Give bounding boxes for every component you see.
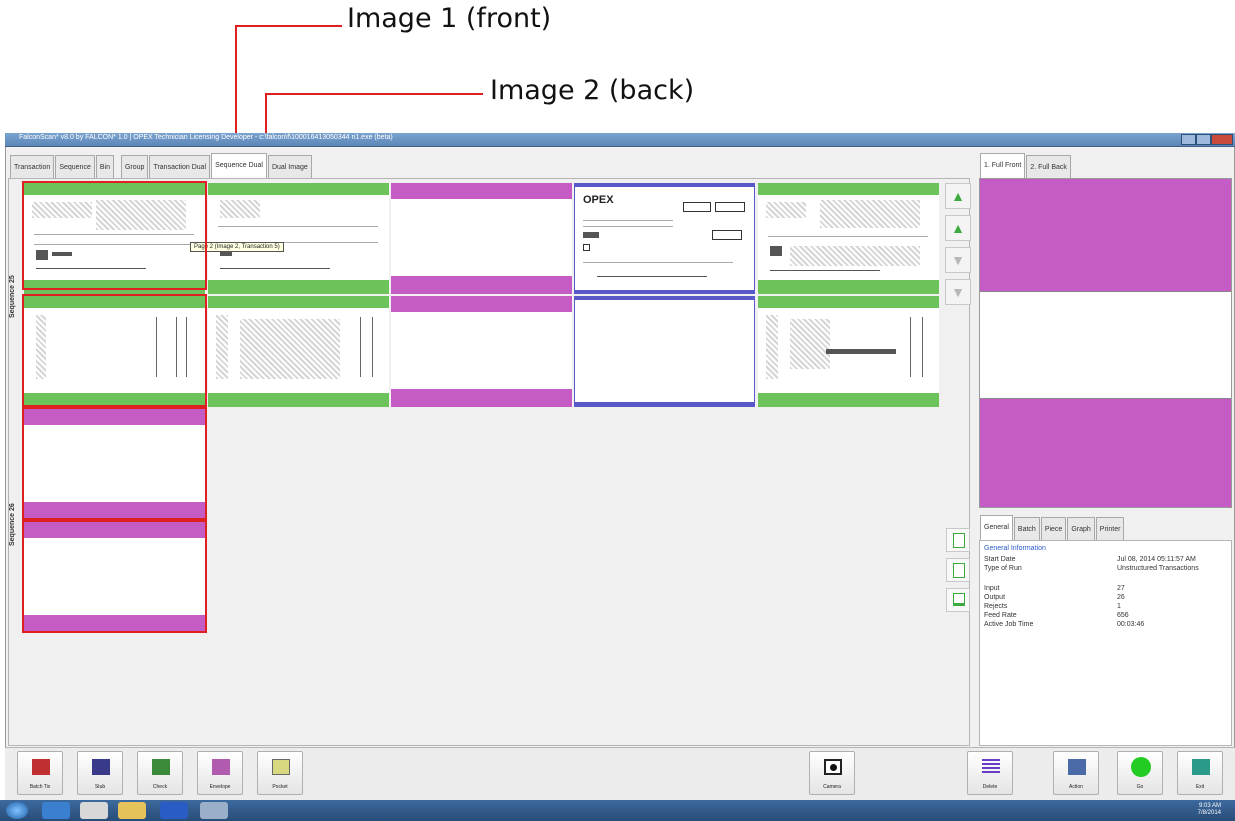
tab-transaction[interactable]: Transaction bbox=[10, 155, 55, 179]
preview-tabs: 1. Full Front 2. Full Back bbox=[980, 153, 1072, 179]
action-button[interactable]: Action bbox=[1053, 751, 1099, 795]
delete-icon bbox=[982, 759, 1000, 775]
os-taskbar: 9:03 AM 7/8/2014 bbox=[0, 800, 1235, 821]
callout-back-line-h bbox=[265, 93, 483, 95]
tab-sequence[interactable]: Sequence bbox=[55, 155, 95, 179]
page-back-icon[interactable] bbox=[946, 558, 970, 582]
scroll-top-button[interactable]: ▲ bbox=[945, 183, 971, 209]
window-title: FalconScan* v8.0 by FALCON* 1.0 | OPEX T… bbox=[19, 134, 393, 141]
browser-icon[interactable] bbox=[42, 802, 70, 819]
stub-icon bbox=[92, 759, 110, 775]
tab-bin[interactable]: Bin bbox=[95, 155, 114, 179]
highlight-seq26-back bbox=[22, 520, 207, 633]
app-icon[interactable] bbox=[200, 802, 228, 819]
system-clock[interactable]: 9:03 AM 7/8/2014 bbox=[1198, 803, 1221, 817]
info-row: Output 26 bbox=[984, 594, 1125, 601]
tab-transaction-dual[interactable]: Transaction Dual bbox=[149, 155, 211, 179]
check-icon bbox=[152, 759, 170, 775]
check-button[interactable]: Check bbox=[137, 751, 183, 795]
tab-sequence-dual[interactable]: Sequence Dual bbox=[211, 153, 267, 179]
batch-tix-button[interactable]: Batch Tix bbox=[17, 751, 63, 795]
sequence-label-26: Sequence 26 bbox=[9, 503, 16, 546]
info-row: Start Date Jul 08, 2014 05:11:57 AM bbox=[984, 556, 1196, 563]
delete-button[interactable]: Delete bbox=[967, 751, 1013, 795]
tab-dual-image[interactable]: Dual Image bbox=[267, 155, 312, 179]
info-row: Active Job Time 00:03:46 bbox=[984, 621, 1145, 628]
image-tile-stub-front[interactable]: OPEX bbox=[574, 183, 755, 294]
info-tabs: General Batch Piece Graph Printer bbox=[980, 515, 1125, 541]
maximize-button[interactable] bbox=[1195, 134, 1211, 145]
go-button[interactable]: Go bbox=[1117, 751, 1163, 795]
bottom-toolbar: Batch Tix Stub Check Envelope Pocket Cam… bbox=[5, 747, 1235, 800]
pocket-button[interactable]: Pocket bbox=[257, 751, 303, 795]
scroll-bottom-button[interactable]: ▼ bbox=[945, 279, 971, 305]
image-tile-stub-back[interactable] bbox=[574, 296, 755, 407]
page-front-icon[interactable] bbox=[946, 528, 970, 552]
callout-front-label: Image 1 (front) bbox=[347, 3, 552, 34]
scanner-app-icon[interactable] bbox=[160, 802, 188, 819]
minimize-button[interactable] bbox=[1181, 134, 1196, 145]
stub-button[interactable]: Stub bbox=[77, 751, 123, 795]
tab-printer[interactable]: Printer bbox=[1095, 517, 1125, 541]
info-row: Feed Rate 656 bbox=[984, 612, 1129, 619]
tab-group[interactable]: Group bbox=[120, 155, 149, 179]
page-dual-icon[interactable] bbox=[946, 588, 970, 612]
scroll-down-button[interactable]: ▼ bbox=[945, 247, 971, 273]
image-tile-blank-back[interactable] bbox=[391, 296, 572, 407]
callout-back-label: Image 2 (back) bbox=[490, 75, 695, 106]
go-icon bbox=[1131, 757, 1151, 777]
image-tile-check-back-3[interactable] bbox=[758, 296, 939, 407]
highlight-seq26-front bbox=[22, 407, 207, 520]
info-row: Input 27 bbox=[984, 585, 1125, 592]
tab-full-front[interactable]: 1. Full Front bbox=[980, 153, 1026, 179]
tab-general[interactable]: General bbox=[980, 515, 1013, 541]
opex-logo: OPEX bbox=[583, 194, 614, 206]
info-row: Rejects 1 bbox=[984, 603, 1121, 610]
action-icon bbox=[1068, 759, 1086, 775]
general-info-panel: General Information Start Date Jul 08, 20… bbox=[979, 540, 1232, 746]
tab-batch[interactable]: Batch bbox=[1013, 517, 1040, 541]
info-heading: General Information bbox=[984, 545, 1046, 552]
image-preview bbox=[979, 178, 1232, 508]
info-row: Type of Run Unstructured Transactions bbox=[984, 565, 1199, 572]
image-tile-check-front-3[interactable] bbox=[758, 183, 939, 294]
scroll-up-button[interactable]: ▲ bbox=[945, 215, 971, 241]
start-icon[interactable] bbox=[6, 802, 28, 819]
window-titlebar[interactable]: FalconScan* v8.0 by FALCON* 1.0 | OPEX T… bbox=[5, 133, 1235, 147]
tab-full-back[interactable]: 2. Full Back bbox=[1026, 155, 1071, 179]
highlight-front-image bbox=[22, 181, 207, 290]
cs-app-icon[interactable] bbox=[80, 802, 108, 819]
callout-front-line-h bbox=[235, 25, 342, 27]
batch-tix-icon bbox=[32, 759, 50, 775]
image-tile-check-front-2[interactable] bbox=[208, 183, 389, 294]
window-controls[interactable] bbox=[1181, 134, 1233, 145]
close-button[interactable] bbox=[1210, 134, 1233, 145]
camera-icon bbox=[824, 759, 842, 775]
exit-button[interactable]: Exit bbox=[1177, 751, 1223, 795]
envelope-button[interactable]: Envelope bbox=[197, 751, 243, 795]
image-tile-check-back-2[interactable] bbox=[208, 296, 389, 407]
tab-graph[interactable]: Graph bbox=[1067, 517, 1095, 541]
highlight-back-image bbox=[22, 294, 207, 407]
folder-icon[interactable] bbox=[118, 802, 146, 819]
pocket-icon bbox=[272, 759, 290, 775]
camera-button[interactable]: Camera bbox=[809, 751, 855, 795]
exit-icon bbox=[1192, 759, 1210, 775]
sequence-label-25: Sequence 25 bbox=[9, 275, 16, 318]
view-tabs: Transaction Sequence Bin Group Transacti… bbox=[10, 153, 313, 179]
tab-piece[interactable]: Piece bbox=[1040, 517, 1067, 541]
image-tile-blank-front[interactable] bbox=[391, 183, 572, 294]
envelope-icon bbox=[212, 759, 230, 775]
